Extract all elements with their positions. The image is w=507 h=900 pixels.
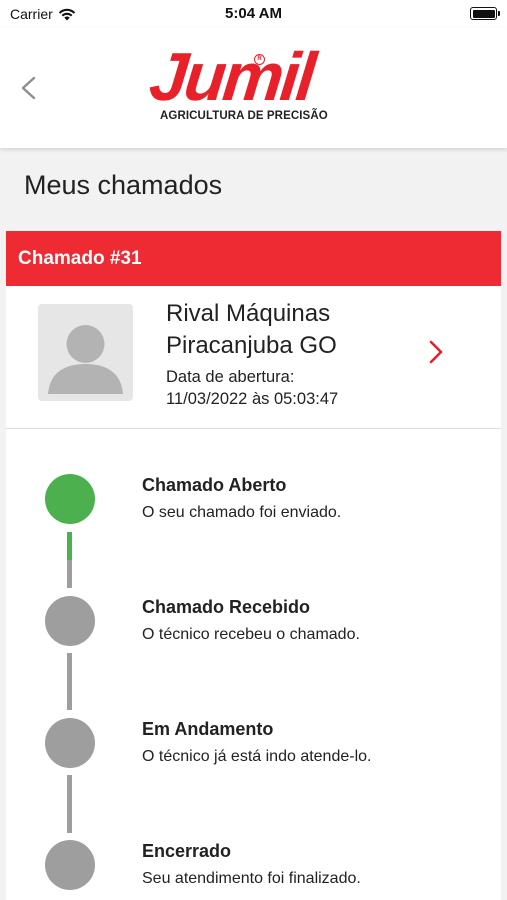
- timeline-step-recebido: Chamado Recebido O técnico recebeu o cha…: [6, 594, 501, 654]
- back-button[interactable]: [14, 68, 44, 108]
- chevron-left-icon: [21, 76, 36, 100]
- opening-date-value: 11/03/2022 às 05:03:47: [166, 390, 339, 408]
- registered-mark-icon: R: [254, 54, 265, 65]
- timeline-connector-done: [67, 532, 72, 560]
- ticket-client-row[interactable]: Rival Máquinas Piracanjuba GO Data de ab…: [6, 286, 501, 429]
- timeline-step-encerrado: Encerrado Seu atendimento foi finalizado…: [6, 838, 501, 898]
- step-title: Encerrado: [142, 841, 232, 861]
- logo-wordmark: Jumil: [146, 39, 317, 115]
- step-description: O técnico recebeu o chamado.: [142, 626, 360, 643]
- status-dot-pending: [45, 596, 95, 646]
- app-header: Jumil R AGRICULTURA DE PRECISÃO: [0, 28, 507, 148]
- open-ticket-button[interactable]: [424, 334, 448, 370]
- timeline-connector: [67, 560, 72, 588]
- timeline-connector: [67, 653, 72, 710]
- status-time: 5:04 AM: [225, 5, 282, 22]
- ticket-card: Chamado #31 Rival Máquinas Piracanjuba G…: [6, 231, 501, 900]
- status-dot-pending: [45, 718, 95, 768]
- status-dot-done: [45, 474, 95, 524]
- logo-tagline: AGRICULTURA DE PRECISÃO: [160, 110, 328, 122]
- step-description: O técnico já está indo atende-lo.: [142, 748, 372, 765]
- timeline-step-andamento: Em Andamento O técnico já está indo aten…: [6, 716, 501, 776]
- opening-date-label: Data de abertura:: [166, 368, 295, 386]
- brand-logo: Jumil R AGRICULTURA DE PRECISÃO: [146, 39, 360, 128]
- opening-date: Data de abertura: 11/03/2022 às 05:03:47: [166, 366, 338, 410]
- status-bar: Carrier 5:04 AM: [0, 0, 507, 28]
- step-description: Seu atendimento foi finalizado.: [142, 870, 361, 887]
- step-title: Chamado Recebido: [142, 597, 311, 617]
- client-company: Rival Máquinas: [166, 300, 331, 327]
- chevron-right-icon: [429, 340, 443, 364]
- timeline-connector: [67, 775, 72, 833]
- page-title: Meus chamados: [24, 170, 223, 200]
- status-dot-pending: [45, 840, 95, 890]
- client-location: Piracanjuba GO: [166, 332, 337, 359]
- client-name: Rival Máquinas Piracanjuba GO: [166, 298, 337, 362]
- user-placeholder-icon: [38, 304, 133, 401]
- step-title: Chamado Aberto: [142, 475, 287, 495]
- step-title: Em Andamento: [142, 719, 274, 739]
- battery-icon: [470, 7, 500, 20]
- ticket-header: Chamado #31: [6, 231, 501, 286]
- ticket-number: Chamado #31: [18, 247, 142, 269]
- timeline-step-aberto: Chamado Aberto O seu chamado foi enviado…: [6, 472, 501, 532]
- step-description: O seu chamado foi enviado.: [142, 504, 342, 521]
